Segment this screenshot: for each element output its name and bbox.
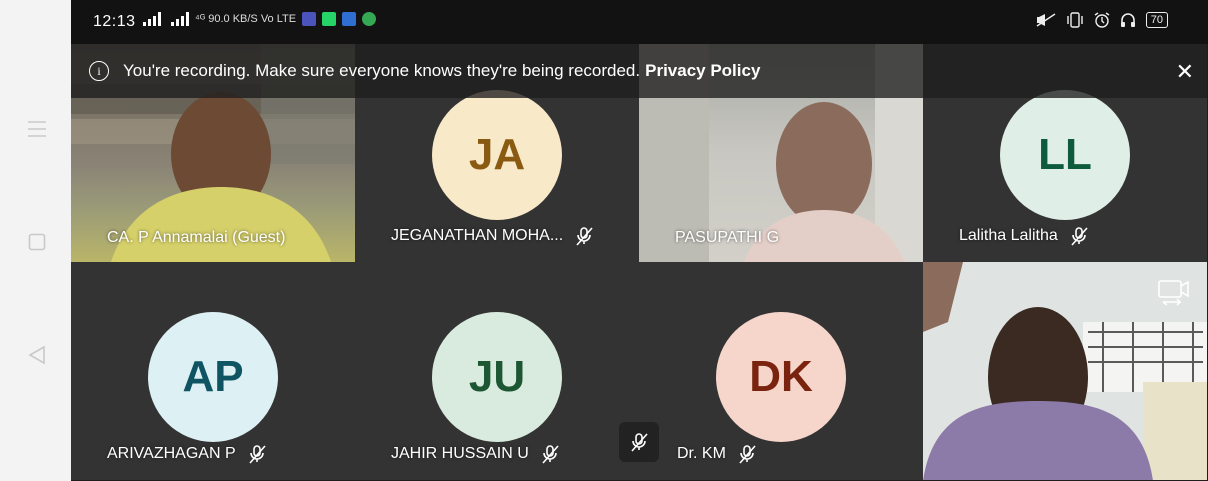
participant-name: PASUPATHI G: [675, 229, 780, 246]
participant-tile[interactable]: DK Dr. KM: [639, 262, 923, 480]
info-icon: i: [89, 61, 109, 81]
back-icon[interactable]: [26, 344, 48, 366]
close-icon[interactable]: ✕: [1176, 59, 1194, 85]
self-video-tile[interactable]: [923, 262, 1207, 480]
recording-banner: i You're recording. Make sure everyone k…: [71, 44, 1208, 98]
signal-4g-icon: [171, 12, 189, 26]
participant-tile[interactable]: AP ARIVAZHAGAN P: [71, 262, 355, 480]
participant-avatar: LL: [1000, 90, 1130, 220]
avatar-initials: LL: [1038, 130, 1092, 179]
privacy-policy-link[interactable]: Privacy Policy: [645, 61, 760, 80]
participant-name-row: Lalitha Lalitha: [959, 225, 1090, 247]
participant-avatar: AP: [148, 312, 278, 442]
battery-indicator: 70: [1145, 12, 1168, 28]
avatar-initials: JU: [468, 352, 526, 401]
mic-off-icon: [631, 433, 648, 452]
participant-name: Dr. KM: [677, 445, 726, 462]
mic-off-icon: [576, 227, 593, 246]
avatar-initials: JA: [468, 130, 526, 179]
headphones-icon: [1120, 13, 1135, 27]
participant-name: JAHIR HUSSAIN U: [391, 445, 529, 462]
participant-name: JEGANATHAN MOHA...: [391, 227, 564, 244]
participant-name-row: JAHIR HUSSAIN U: [391, 443, 561, 465]
participant-tile[interactable]: JU JAHIR HUSSAIN U: [355, 262, 639, 480]
hangouts-app-icon: [362, 12, 377, 26]
mic-off-icon: [739, 445, 756, 464]
switch-camera-icon[interactable]: [1157, 278, 1191, 308]
menu-icon[interactable]: [26, 118, 48, 140]
status-bar: 12:13 ⁴ᴳ 90.0 KB/S Vo LTE 70: [71, 0, 1208, 44]
avatar-initials: AP: [182, 352, 244, 401]
meeting-screen: 12:13 ⁴ᴳ 90.0 KB/S Vo LTE 70 CA. P Annam…: [71, 0, 1208, 481]
participant-name: Lalitha Lalitha: [959, 227, 1058, 244]
alarm-icon: [1094, 12, 1110, 28]
status-icons-left: ⁴ᴳ 90.0 KB/S Vo LTE: [143, 12, 377, 26]
teams-app-icon: [302, 12, 317, 26]
status-time: 12:13: [93, 13, 136, 30]
mute-notification-icon: [1036, 13, 1056, 27]
network-speed: ⁴ᴳ 90.0 KB/S Vo LTE: [195, 13, 297, 25]
android-nav-bar: [0, 0, 71, 481]
banner-message: You're recording. Make sure everyone kno…: [123, 61, 641, 80]
mic-off-icon: [249, 445, 266, 464]
whatsapp-app-icon: [322, 12, 337, 26]
vibrate-icon: [1067, 12, 1083, 28]
participant-avatar: DK: [716, 312, 846, 442]
participant-name-row: JEGANATHAN MOHA...: [391, 225, 595, 247]
participant-avatar: JU: [432, 312, 562, 442]
mic-off-icon: [542, 445, 559, 464]
meet-app-icon: [342, 12, 357, 26]
participant-name-row: PASUPATHI G: [675, 229, 779, 247]
mic-off-icon: [1071, 227, 1088, 246]
participant-name-row: CA. P Annamalai (Guest): [107, 229, 285, 247]
participant-name: CA. P Annamalai (Guest): [107, 229, 286, 246]
participant-name-row: ARIVAZHAGAN P: [107, 443, 268, 465]
home-icon[interactable]: [26, 231, 48, 253]
participant-avatar: JA: [432, 90, 562, 220]
avatar-initials: DK: [749, 352, 813, 401]
signal-icon: [143, 12, 161, 26]
status-icons-right: 70: [1036, 12, 1168, 28]
participant-name-row: Dr. KM: [677, 443, 758, 465]
mute-toggle-button[interactable]: [619, 422, 659, 462]
banner-text: You're recording. Make sure everyone kno…: [123, 61, 760, 81]
participant-name: ARIVAZHAGAN P: [107, 445, 236, 462]
